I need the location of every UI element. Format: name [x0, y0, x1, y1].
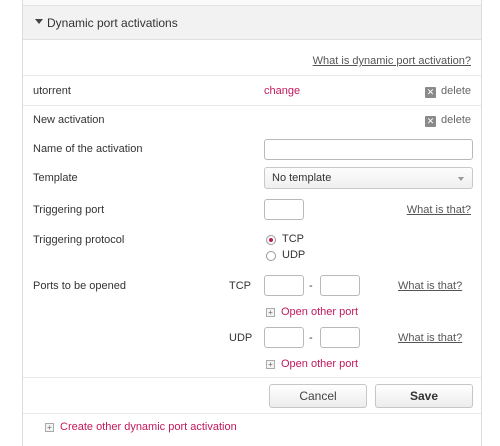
plus-box-icon: +	[45, 423, 54, 432]
divider	[23, 413, 481, 414]
panel-header[interactable]: Dynamic port activations	[23, 6, 481, 40]
triggering-port-help-link[interactable]: What is that?	[407, 204, 471, 216]
create-activation-button[interactable]: + Create other dynamic port activation	[45, 421, 237, 433]
divider	[23, 105, 481, 106]
protocol-udp-radio[interactable]	[266, 251, 276, 261]
protocol-udp-label: UDP	[282, 249, 306, 261]
change-link[interactable]: change	[264, 85, 300, 97]
tcp-port-from-input[interactable]	[264, 275, 304, 296]
divider	[23, 75, 481, 76]
udp-port-to-input[interactable]	[320, 327, 360, 348]
activation-name-input[interactable]	[264, 139, 473, 160]
template-selected-value: No template	[272, 172, 332, 184]
delete-box-icon: ✕	[425, 116, 437, 127]
udp-range-separator: -	[309, 332, 313, 344]
activation-name-label: Name of the activation	[33, 143, 143, 155]
triggering-protocol-label: Triggering protocol	[33, 234, 125, 246]
tcp-range-label: TCP	[229, 280, 251, 292]
triggering-port-input[interactable]	[264, 199, 304, 220]
template-label: Template	[33, 172, 78, 184]
tcp-range-separator: -	[309, 280, 313, 292]
tcp-ports-help-link[interactable]: What is that?	[398, 280, 462, 292]
new-activation-title: New activation	[33, 114, 105, 126]
delete-new-activation-button[interactable]: ✕ delete	[425, 114, 471, 127]
activation-name: utorrent	[33, 85, 71, 97]
help-dynamic-port-link[interactable]: What is dynamic port activation?	[313, 55, 471, 67]
tcp-port-to-input[interactable]	[320, 275, 360, 296]
plus-box-icon: +	[266, 360, 275, 369]
ports-to-open-label: Ports to be opened	[33, 280, 126, 292]
chevron-down-icon	[458, 177, 464, 181]
protocol-tcp-label: TCP	[282, 233, 304, 245]
template-select[interactable]: No template	[264, 167, 473, 189]
udp-port-from-input[interactable]	[264, 327, 304, 348]
udp-ports-help-link[interactable]: What is that?	[398, 332, 462, 344]
save-button[interactable]: Save	[375, 384, 473, 408]
panel-title: Dynamic port activations	[47, 16, 178, 30]
port-activation-panel: Dynamic port activations What is dynamic…	[22, 0, 482, 446]
protocol-tcp-radio[interactable]	[266, 235, 276, 245]
udp-open-other-port-button[interactable]: + Open other port	[266, 358, 358, 370]
tcp-open-other-port-button[interactable]: + Open other port	[266, 306, 358, 318]
delete-activation-button[interactable]: ✕ delete	[425, 85, 471, 98]
udp-open-other-port-label: Open other port	[281, 358, 359, 370]
tcp-open-other-port-label: Open other port	[281, 306, 359, 318]
delete-label: delete	[441, 85, 471, 97]
create-activation-label: Create other dynamic port activation	[60, 421, 237, 433]
delete-box-icon: ✕	[425, 87, 437, 98]
divider	[23, 377, 481, 378]
plus-box-icon: +	[266, 308, 275, 317]
udp-range-label: UDP	[229, 332, 253, 344]
triggering-port-label: Triggering port	[33, 204, 105, 216]
delete-label: delete	[441, 114, 471, 126]
collapse-arrow-icon[interactable]	[35, 19, 43, 24]
cancel-button[interactable]: Cancel	[269, 384, 367, 408]
